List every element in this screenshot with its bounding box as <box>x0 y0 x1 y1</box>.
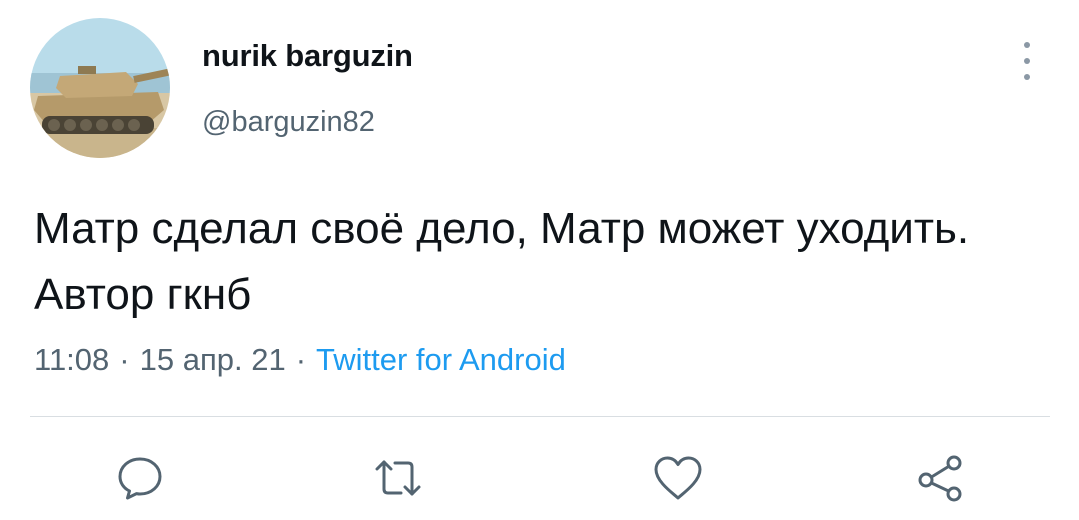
meta-separator: · <box>119 342 130 377</box>
retweet-icon <box>375 460 421 496</box>
tweet-meta: 11:08 · 15 апр. 21 · Twitter for Android <box>34 342 566 378</box>
more-vertical-icon <box>1024 42 1030 48</box>
meta-separator: · <box>295 342 307 377</box>
author-display-name[interactable]: nurik barguzin <box>202 38 413 74</box>
more-vertical-icon-dot <box>1024 74 1030 80</box>
tweet-time[interactable]: 11:08 <box>34 342 109 377</box>
reply-icon <box>118 457 162 500</box>
reply-button[interactable] <box>108 446 172 510</box>
more-vertical-icon-dot <box>1024 58 1030 64</box>
avatar[interactable] <box>30 18 170 158</box>
divider <box>30 416 1050 417</box>
retweet-button[interactable] <box>366 446 430 510</box>
tweet-text: Матр сделал своё дело, Матр может уходит… <box>34 204 970 319</box>
tank-photo-avatar <box>30 18 170 158</box>
share-button[interactable] <box>908 446 972 510</box>
tweet-date[interactable]: 15 апр. 21 <box>140 342 286 377</box>
heart-icon <box>654 456 702 500</box>
like-button[interactable] <box>646 446 710 510</box>
author-handle[interactable]: @barguzin82 <box>202 106 375 139</box>
share-icon <box>918 455 962 502</box>
tweet-source-link[interactable]: Twitter for Android <box>316 342 566 377</box>
more-options-button[interactable] <box>1010 38 1044 84</box>
